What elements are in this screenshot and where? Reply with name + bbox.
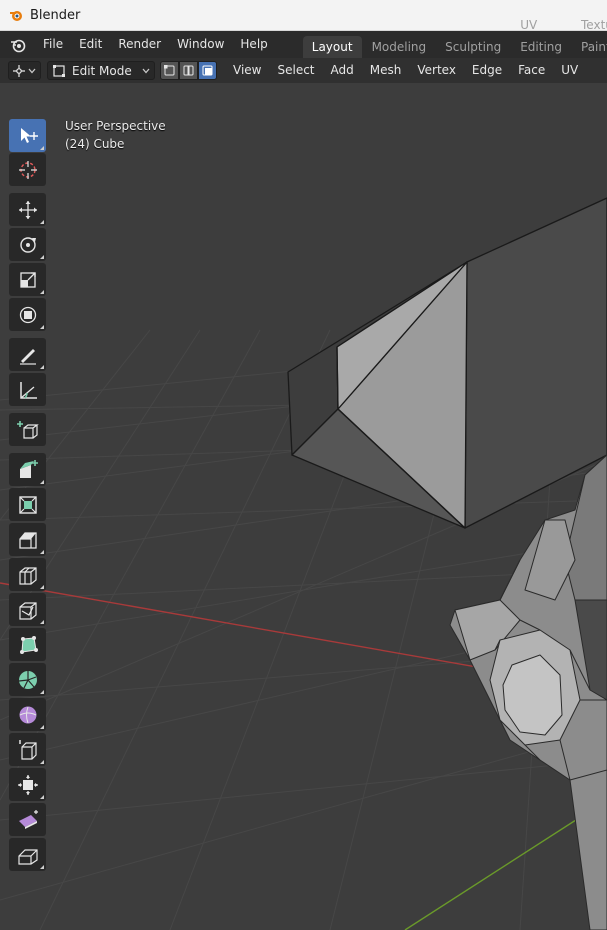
- perspective-label: User Perspective: [65, 119, 166, 133]
- chevron-down-icon: [142, 68, 150, 73]
- edge-select-icon: [183, 65, 194, 76]
- 3d-viewport-icon: [13, 64, 25, 77]
- viewport-menus: View Select Add Mesh Vertex Edge Face UV: [225, 58, 586, 83]
- mode-selector[interactable]: Edit Mode: [47, 61, 155, 80]
- tool-scale[interactable]: [9, 263, 46, 296]
- measure-icon: [19, 381, 37, 399]
- tool-measure[interactable]: [9, 373, 46, 406]
- vertex-select-icon: [164, 65, 175, 76]
- annotate-icon: [19, 348, 36, 365]
- vertex-select-button[interactable]: [160, 61, 179, 80]
- tool-knife[interactable]: [9, 593, 46, 626]
- face-select-button[interactable]: [198, 61, 217, 80]
- menu-file[interactable]: File: [35, 31, 71, 58]
- tool-transform[interactable]: [9, 298, 46, 331]
- tab-modeling[interactable]: Modeling: [363, 36, 436, 58]
- suzanne-mesh: [449, 454, 607, 930]
- poly-build-icon: [19, 635, 38, 654]
- tool-rip-region[interactable]: [9, 838, 46, 871]
- rip-region-icon: [17, 848, 38, 865]
- shrink-fatten-icon: [17, 774, 38, 795]
- menu-edit[interactable]: Edit: [71, 31, 110, 58]
- cursor-icon: [18, 160, 37, 179]
- scale-icon: [19, 271, 36, 288]
- menu-render[interactable]: Render: [110, 31, 169, 58]
- menu-face[interactable]: Face: [510, 58, 553, 83]
- tool-annotate[interactable]: [9, 338, 46, 371]
- chevron-down-icon: [28, 68, 36, 73]
- menu-uv[interactable]: UV: [553, 58, 586, 83]
- window-title: Blender: [30, 7, 81, 23]
- select-mode-group: [160, 61, 217, 80]
- mode-label: Edit Mode: [72, 63, 132, 78]
- tool-spin[interactable]: [9, 663, 46, 696]
- knife-icon: [18, 601, 37, 620]
- menu-add[interactable]: Add: [323, 58, 362, 83]
- tab-texture-paint[interactable]: Texture Paint: [572, 14, 607, 58]
- workspace-tabs: Layout Modeling Sculpting UV Editing Tex…: [302, 18, 607, 58]
- menu-window[interactable]: Window: [169, 31, 232, 58]
- tool-add-cube[interactable]: [9, 413, 46, 446]
- rotate-icon: [19, 236, 36, 253]
- tool-shrink-fatten[interactable]: [9, 768, 46, 801]
- viewport-scene: [0, 197, 607, 930]
- menu-edge[interactable]: Edge: [464, 58, 510, 83]
- tool-extrude-region[interactable]: [9, 453, 46, 486]
- edit-mode-icon: [53, 64, 65, 77]
- tab-layout[interactable]: Layout: [302, 36, 362, 58]
- menu-help[interactable]: Help: [232, 31, 275, 58]
- shear-icon: [18, 809, 38, 829]
- menu-mesh[interactable]: Mesh: [362, 58, 410, 83]
- top-bar: File Edit Render Window Help Layout Mode…: [0, 18, 607, 58]
- tool-shear[interactable]: [9, 803, 46, 836]
- active-object-label: (24) Cube: [65, 137, 125, 151]
- menu-view[interactable]: View: [225, 58, 269, 83]
- 3d-viewport[interactable]: User Perspective (24) Cube: [0, 83, 607, 930]
- editor-type-selector[interactable]: [8, 61, 41, 80]
- tool-rotate[interactable]: [9, 228, 46, 261]
- viewport-info-overlay: User Perspective (24) Cube: [65, 117, 166, 153]
- extrude-region-icon: [19, 459, 38, 478]
- tool-smooth[interactable]: [9, 698, 46, 731]
- blender-menu-icon[interactable]: [9, 36, 27, 54]
- tool-bevel[interactable]: [9, 523, 46, 556]
- tool-poly-build[interactable]: [9, 628, 46, 661]
- move-icon: [18, 200, 37, 219]
- spin-icon: [18, 670, 37, 689]
- edge-select-button[interactable]: [179, 61, 198, 80]
- add-cube-icon: [16, 420, 39, 439]
- viewport-header: Edit Mode View Select Add Mesh Vertex Ed…: [0, 58, 607, 83]
- tab-uv-editing[interactable]: UV Editing: [511, 14, 571, 58]
- transform-icon: [19, 306, 36, 323]
- menu-vertex[interactable]: Vertex: [409, 58, 464, 83]
- edge-slide-icon: [18, 739, 37, 760]
- tool-inset-faces[interactable]: [9, 488, 46, 521]
- face-select-icon: [202, 65, 213, 76]
- menu-select[interactable]: Select: [269, 58, 322, 83]
- blender-logo-icon: [10, 11, 22, 21]
- select-box-icon: [20, 127, 38, 143]
- smooth-icon: [19, 706, 36, 723]
- loop-cut-icon: [18, 566, 37, 585]
- tab-sculpting[interactable]: Sculpting: [436, 36, 510, 58]
- tool-loop-cut[interactable]: [9, 558, 46, 591]
- tool-cursor[interactable]: [9, 153, 46, 186]
- tool-select-box[interactable]: [9, 119, 46, 152]
- wedge-mesh: [287, 197, 607, 529]
- tool-edge-slide[interactable]: [9, 733, 46, 766]
- inset-faces-icon: [18, 495, 37, 514]
- bevel-icon: [18, 531, 37, 549]
- tool-move[interactable]: [9, 193, 46, 226]
